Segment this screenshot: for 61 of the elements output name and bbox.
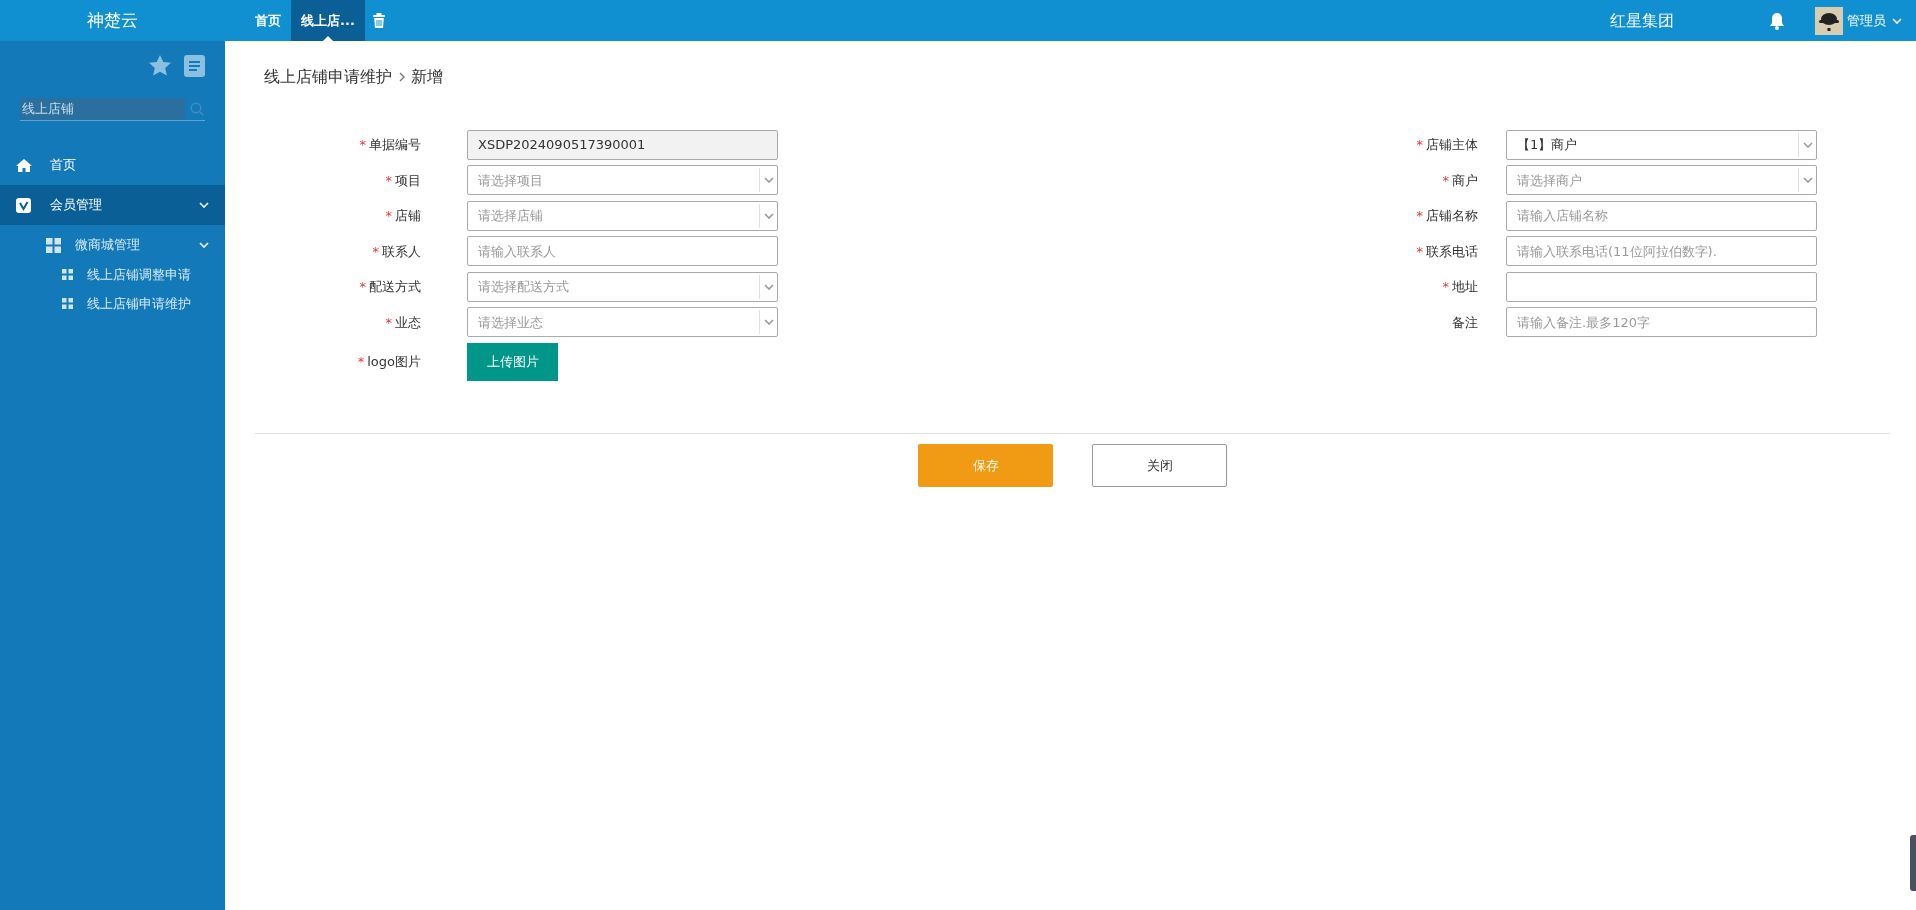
upload-button[interactable]: 上传图片	[467, 342, 558, 381]
trash-icon[interactable]	[372, 13, 385, 28]
user-menu[interactable]: 管理员	[1842, 10, 1916, 31]
chevron-icon	[1802, 177, 1813, 184]
select-field[interactable]: 请选择业态	[467, 307, 778, 338]
chevron-icon	[763, 212, 774, 219]
field-label: * 联系电话	[1415, 242, 1478, 261]
tab[interactable]: 线上店...	[291, 0, 365, 41]
avatar-icon	[1814, 6, 1843, 35]
select-field[interactable]: 请选择店铺	[467, 200, 778, 231]
field-label: * 项目	[384, 171, 421, 190]
field-label: * 业态	[384, 313, 421, 332]
star-icon[interactable]	[149, 55, 171, 76]
chevron-right-icon	[398, 72, 405, 82]
field-label: * 商户	[1441, 171, 1478, 190]
badge-icon	[16, 197, 32, 213]
app-title: 神楚云	[86, 8, 139, 32]
search-field[interactable]: 线上店铺	[20, 98, 185, 120]
field-label: * logo图片	[356, 352, 421, 371]
field-label: 备注	[1451, 313, 1478, 332]
nav-item[interactable]: 线上店铺调整申请	[0, 260, 225, 289]
chevron-icon	[1892, 17, 1902, 24]
breadcrumb-current: 新增	[411, 66, 443, 88]
chevron-icon	[763, 177, 774, 184]
select-field[interactable]: 请选择项目	[467, 165, 778, 196]
windows-icon	[62, 298, 73, 309]
select-field[interactable]: 【1】商户	[1506, 129, 1817, 160]
list-icon[interactable]	[184, 55, 205, 77]
input-field[interactable]: XSDP2024090517390001	[467, 129, 778, 160]
chevron-icon	[763, 283, 774, 290]
input-field[interactable]: 请输入联系人	[467, 236, 778, 267]
field-label: * 店铺名称	[1415, 207, 1478, 225]
nav-item[interactable]: 会员管理	[0, 185, 225, 225]
breadcrumb-link[interactable]: 线上店铺申请维护	[264, 65, 392, 89]
close-button[interactable]: 关闭	[1092, 444, 1227, 487]
input-field[interactable]: 请输入店铺名称	[1506, 200, 1817, 231]
chevron-icon	[1802, 141, 1813, 148]
windows-icon	[62, 269, 73, 280]
home-icon	[16, 157, 32, 173]
select-field[interactable]: 请选择配送方式	[467, 271, 778, 302]
input-field[interactable]: 请输入备注.最多120字	[1506, 307, 1817, 338]
field-label: * 联系人	[371, 242, 421, 261]
field-label: * 地址	[1441, 278, 1478, 296]
search-icon[interactable]	[190, 102, 204, 116]
save-button[interactable]: 保存	[918, 444, 1053, 487]
select-field[interactable]: 请选择商户	[1506, 165, 1817, 196]
nav-item[interactable]: 线上店铺申请维护	[0, 289, 225, 318]
side-handle[interactable]	[1910, 835, 1916, 891]
nav-item[interactable]: 首页	[0, 145, 225, 185]
field-label: * 配送方式	[358, 278, 421, 296]
tab[interactable]: 首页	[245, 0, 291, 41]
bell-icon[interactable]	[1768, 11, 1785, 30]
input-field[interactable]	[1506, 271, 1817, 302]
chevron-icon	[763, 319, 774, 326]
field-label: * 店铺主体	[1415, 136, 1478, 154]
company-name: 红星集团	[1609, 9, 1674, 32]
field-label: * 店铺	[384, 207, 421, 225]
field-label: * 单据编号	[358, 136, 421, 154]
windows-icon	[46, 237, 61, 253]
nav-item[interactable]: 微商城管理	[0, 230, 225, 260]
input-field[interactable]: 请输入联系电话(11位阿拉伯数字).	[1506, 236, 1817, 267]
